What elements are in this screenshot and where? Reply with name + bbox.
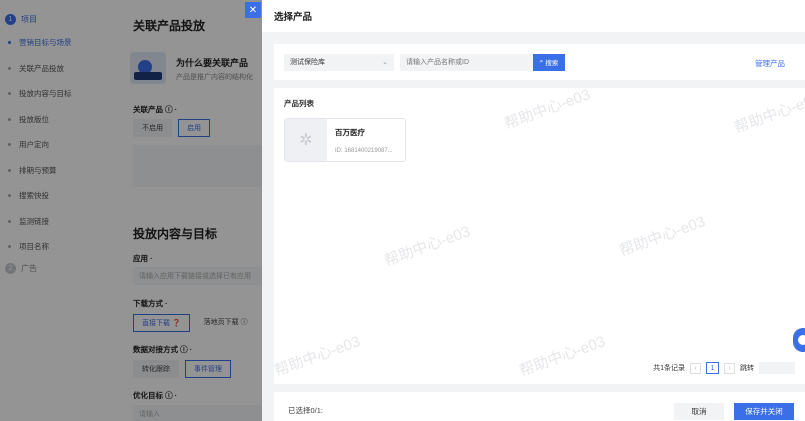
filter-bar: 测试保险库 ⌄ ⌕ 搜索 管理产品	[274, 44, 805, 80]
product-placeholder-icon: ✲	[285, 119, 327, 161]
library-select-value: 测试保险库	[290, 59, 325, 66]
jump-page-input[interactable]	[759, 362, 795, 374]
prev-page-icon[interactable]: ‹	[690, 362, 701, 374]
total-records: 共1条记录	[653, 365, 685, 372]
product-card[interactable]: ✲ 百万医疗 ID: 1681400219087...	[284, 118, 406, 162]
search-button-label: 搜索	[545, 60, 559, 67]
pagination: 共1条记录 ‹ 1 › 跳转	[653, 362, 795, 374]
search-button[interactable]: ⌕ 搜索	[533, 53, 565, 71]
close-icon[interactable]: ✕	[245, 2, 261, 18]
drawer-title: 选择产品	[262, 0, 805, 32]
library-select[interactable]: 测试保险库 ⌄	[284, 53, 394, 71]
selected-count: 已选择0/1:	[288, 405, 324, 415]
save-and-close-button[interactable]: 保存并关闭	[734, 403, 794, 420]
select-product-drawer: 选择产品 测试保险库 ⌄ ⌕ 搜索 管理产品 产品列表 ✲ 百万医疗 ID: 1…	[262, 0, 805, 421]
product-search-input[interactable]	[400, 53, 533, 71]
drawer-footer: 已选择0/1: 取消 保存并关闭	[274, 392, 805, 421]
product-name: 百万医疗	[335, 128, 365, 137]
product-list-title: 产品列表	[284, 99, 314, 108]
help-chat-icon[interactable]	[793, 328, 805, 352]
manage-products-link[interactable]: 管理产品	[755, 58, 785, 69]
chevron-down-icon: ⌄	[382, 59, 388, 66]
page-number[interactable]: 1	[706, 362, 719, 374]
jump-label: 跳转	[740, 365, 754, 372]
modal-overlay[interactable]	[0, 0, 262, 421]
next-page-icon[interactable]: ›	[724, 362, 735, 374]
cancel-button[interactable]: 取消	[674, 403, 724, 420]
search-icon: ⌕	[539, 58, 544, 65]
product-list-panel: 产品列表 ✲ 百万医疗 ID: 1681400219087... 共1条记录 ‹…	[274, 88, 805, 384]
product-id: ID: 1681400219087...	[335, 148, 393, 154]
